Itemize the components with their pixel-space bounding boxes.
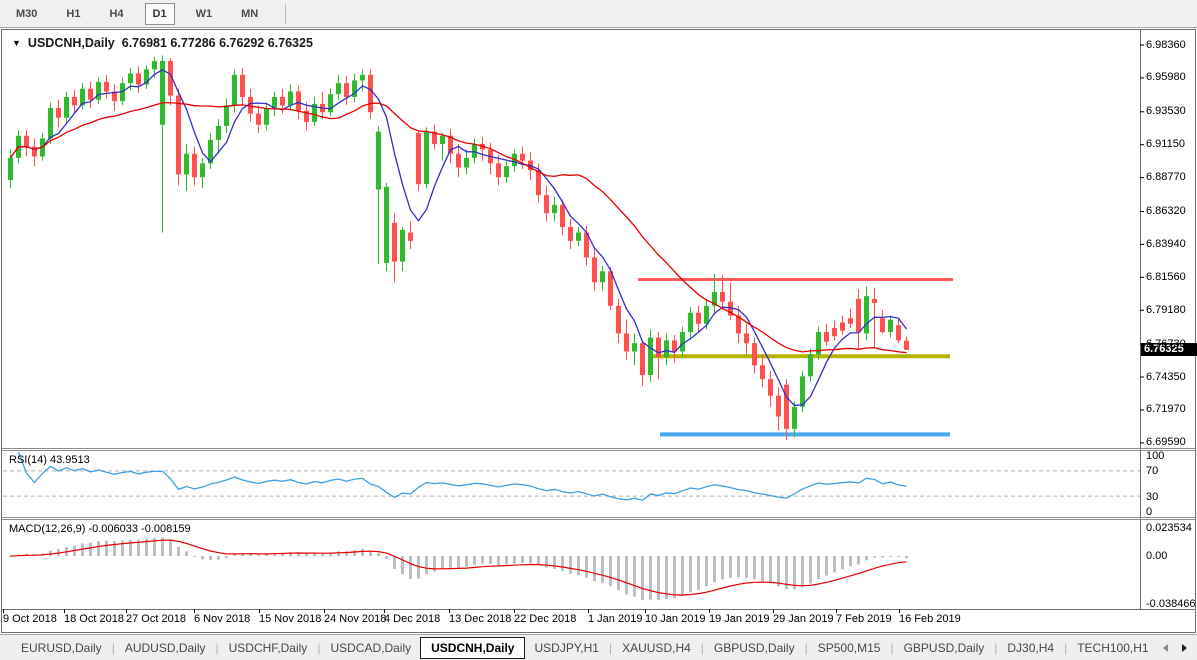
chart-tab-bar: EURUSD,Daily | AUDUSD,Daily | USDCHF,Daily | U… [0,634,1197,660]
price-axis-label: 6.71970 [1146,403,1186,416]
time-axis-label: 6 Nov 2018 [194,613,251,625]
chart-title: ▼ USDCNH,Daily 6.76981 6.77286 6.76292 6… [12,36,313,50]
chart-tab-xauusd-h4[interactable]: XAUUSD,H4 [613,638,700,658]
time-axis-label: 1 Jan 2019 [588,613,643,625]
tab-separator: | [804,640,808,655]
price-axis-label: 6.93530 [1146,105,1186,118]
chart-ohlc-values: 6.76981 6.77286 6.76292 6.76325 [121,36,313,50]
time-axis-label: 4 Dec 2018 [384,613,441,625]
macd-axis-label: -0.038466 [1146,597,1196,610]
chart-canvas[interactable] [0,0,1197,660]
tab-scroll-left-icon[interactable] [1163,644,1168,652]
trading-app-window: M30 H1 H4 D1 W1 MN ▼ USDCNH,Daily 6.76981 6.7… [0,0,1197,660]
time-axis-label: 19 Jan 2019 [709,613,770,625]
chart-symbol-label: USDCNH,Daily [27,36,115,50]
tab-separator: | [890,640,894,655]
chart-dropdown-icon[interactable]: ▼ [12,38,21,48]
time-axis-label: 24 Nov 2018 [324,613,387,625]
time-axis-label: 22 Dec 2018 [514,613,577,625]
rsi-axis-label: 0 [1146,505,1153,518]
rsi-axis-label: 30 [1146,490,1159,503]
rsi-axis-label: 70 [1146,464,1159,477]
chart-tab-gbpusd-daily[interactable]: GBPUSD,Daily [705,638,804,658]
price-axis-label: 6.91150 [1146,138,1185,151]
macd-axis-label: 0.023534 [1146,521,1192,534]
price-axis-label: 6.74350 [1146,370,1186,383]
tab-separator: | [317,640,321,655]
price-axis-label: 6.88770 [1146,171,1186,184]
chart-tab-usdcnh-daily[interactable]: USDCNH,Daily [420,636,526,659]
chart-tab-usdjpy-h1[interactable]: USDJPY,H1 [525,638,607,658]
macd-axis-label: 0.00 [1146,549,1168,562]
time-axis-label: 29 Jan 2019 [773,613,834,625]
tab-separator: | [700,640,704,655]
price-axis-label: 6.86320 [1146,205,1186,217]
chart-tab-eurusd-daily[interactable]: EURUSD,Daily [12,638,111,658]
time-axis-label: 15 Nov 2018 [259,613,322,625]
price-axis-label: 6.69590 [1146,436,1186,449]
price-axis-label: 6.95980 [1146,71,1186,84]
time-axis-label: 16 Feb 2019 [899,613,961,625]
rsi-indicator-label: RSI(14) 43.9513 [9,454,90,466]
tab-separator: | [994,640,998,655]
tab-separator: | [215,640,219,655]
chart-tab-usdchf-daily[interactable]: USDCHF,Daily [220,638,317,658]
time-axis-label: 13 Dec 2018 [449,613,512,625]
chart-tab-usdcad-daily[interactable]: USDCAD,Daily [321,638,420,658]
tab-separator: | [111,640,115,655]
chart-tab-tech100-h1[interactable]: TECH100,H1 [1068,638,1157,658]
chart-tab-dj30-h4[interactable]: DJ30,H4 [998,638,1063,658]
time-axis-label: 27 Oct 2018 [126,613,186,625]
tab-scroll-right-icon[interactable] [1182,644,1187,652]
tab-scroll-arrows [1159,635,1191,660]
tab-separator: | [1064,640,1068,655]
price-axis-label: 6.76730 [1146,337,1186,350]
price-axis-label: 6.79180 [1146,303,1186,316]
price-axis-label: 6.83940 [1146,237,1186,250]
chart-tab-sp500-m15[interactable]: SP500,M15 [809,638,890,658]
rsi-axis-label: 100 [1146,449,1165,462]
price-axis-label: 6.81560 [1146,270,1186,283]
tab-separator: | [608,640,613,655]
time-axis-label: 10 Jan 2019 [645,613,706,625]
chart-tab-audusd-daily[interactable]: AUDUSD,Daily [116,638,215,658]
time-axis-label: 18 Oct 2018 [64,613,124,625]
time-axis-label: 7 Feb 2019 [836,613,892,625]
price-axis-label: 6.98360 [1146,38,1186,51]
chart-tab-gbpusd-daily[interactable]: GBPUSD,Daily [895,638,994,658]
time-axis-label: 9 Oct 2018 [3,613,57,625]
macd-indicator-label: MACD(12,26,9) -0.006033 -0.008159 [9,523,191,535]
